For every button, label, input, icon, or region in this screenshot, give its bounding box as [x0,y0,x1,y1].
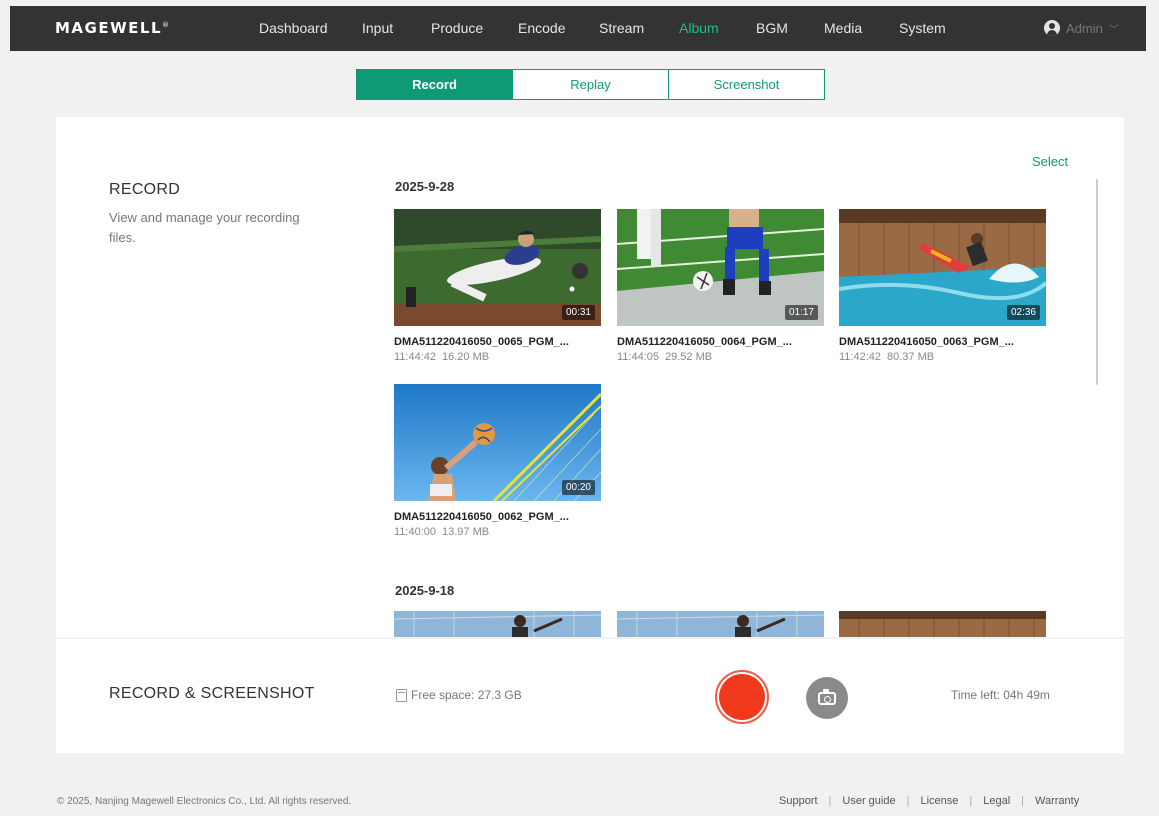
nav-media[interactable]: Media [824,20,862,36]
brand-logo[interactable]: MAGEWELL® [55,19,171,37]
file-time: 11:42:42 [839,351,882,363]
recording-card[interactable]: 01:17 DMA511220416050_0064_PGM_... 11:44… [617,209,824,363]
top-nav-bar: MAGEWELL® Dashboard Input Produce Encode… [10,6,1146,51]
recording-card[interactable]: 00:31 DMA511220416050_0065_PGM_... 11:44… [394,209,601,363]
file-time: 11:44:42 [394,351,437,363]
scrollbar[interactable] [1096,179,1098,385]
footer-link-support[interactable]: Support [779,795,818,807]
file-meta: 11:44:42 16.20 MB [394,351,601,363]
nav-dashboard[interactable]: Dashboard [259,20,328,36]
file-name: DMA511220416050_0064_PGM_... [617,336,792,348]
record-panel: RECORD View and manage your recording fi… [56,117,1124,637]
video-thumbnail[interactable]: 00:20 [394,384,601,501]
copyright-text: © 2025, Nanjing Magewell Electronics Co.… [57,796,352,807]
footer-link-legal[interactable]: Legal [983,795,1010,807]
file-meta: 11:42:42 80.37 MB [839,351,1046,363]
nav-bgm[interactable]: BGM [756,20,788,36]
recording-card[interactable]: 00:20 DMA511220416050_0062_PGM_... 11:40… [394,384,601,538]
recording-card[interactable] [393,611,602,637]
tab-replay[interactable]: Replay [513,70,669,99]
file-time: 11:44:05 [617,351,660,363]
user-menu[interactable]: Admin ﹀ [1044,20,1119,36]
file-size: 16.20 MB [442,351,490,363]
file-size: 13.97 MB [442,526,490,538]
duration-badge: 00:31 [561,305,595,320]
recording-card[interactable]: 02:36 DMA511220416050_0063_PGM_... 11:42… [839,209,1046,363]
footer-separator: | [906,795,910,807]
footer-separator: | [828,795,832,807]
footer-link-warranty[interactable]: Warranty [1035,795,1079,807]
file-name: DMA511220416050_0062_PGM_... [394,511,569,523]
camera-icon [818,688,836,705]
nav-produce[interactable]: Produce [431,20,483,36]
video-thumbnail-partial [839,611,1046,637]
free-space-text: Free space: 27.3 GB [411,688,522,702]
record-screenshot-panel: RECORD & SCREENSHOT Free space: 27.3 GB … [56,639,1124,753]
footer-separator: | [1021,795,1025,807]
duration-badge: 01:17 [784,305,818,320]
nav-encode[interactable]: Encode [518,20,565,36]
duration-badge: 02:36 [1006,305,1040,320]
recording-card[interactable] [616,611,825,637]
tab-record[interactable]: Record [357,70,513,99]
file-time: 11:40:00 [394,526,437,538]
footer-separator: | [969,795,973,807]
section-description: View and manage your recording files. [109,210,300,245]
time-left-text: Time left: 04h 49m [951,688,1050,702]
record-screenshot-title: RECORD & SCREENSHOT [109,685,315,702]
date-group-heading: 2025-9-18 [395,583,455,598]
user-avatar-icon [1044,20,1060,36]
date-group-heading: 2025-9-28 [395,179,455,194]
nav-system[interactable]: System [899,20,946,36]
record-icon [719,674,765,720]
file-meta: 11:44:05 29.52 MB [617,351,824,363]
video-thumbnail-partial [393,611,602,637]
footer-link-user-guide[interactable]: User guide [842,795,895,807]
footer-links: Support | User guide | License | Legal |… [779,795,1079,807]
select-link[interactable]: Select [1032,154,1068,169]
album-tabs: Record Replay Screenshot [356,69,825,100]
section-title: RECORD [109,181,181,198]
record-button[interactable] [715,670,769,724]
file-meta: 11:40:00 13.97 MB [394,526,601,538]
nav-stream[interactable]: Stream [599,20,644,36]
user-name: Admin [1066,20,1103,36]
video-thumbnail[interactable]: 00:31 [394,209,601,326]
nav-input[interactable]: Input [362,20,393,36]
screenshot-button[interactable] [806,677,848,719]
nav-album[interactable]: Album [679,20,719,36]
tab-screenshot[interactable]: Screenshot [669,70,824,99]
video-thumbnail-partial [616,611,825,637]
file-size: 29.52 MB [665,351,713,363]
free-space-indicator: Free space: 27.3 GB [396,688,522,702]
chevron-down-icon: ﹀ [1108,24,1119,36]
file-name: DMA511220416050_0065_PGM_... [394,336,569,348]
sd-card-icon [396,688,407,702]
file-size: 80.37 MB [887,351,935,363]
video-thumbnail[interactable]: 01:17 [617,209,824,326]
video-thumbnail[interactable]: 02:36 [839,209,1046,326]
file-name: DMA511220416050_0063_PGM_... [839,336,1014,348]
duration-badge: 00:20 [561,480,595,495]
footer-link-license[interactable]: License [920,795,958,807]
recording-card[interactable] [839,611,1046,637]
